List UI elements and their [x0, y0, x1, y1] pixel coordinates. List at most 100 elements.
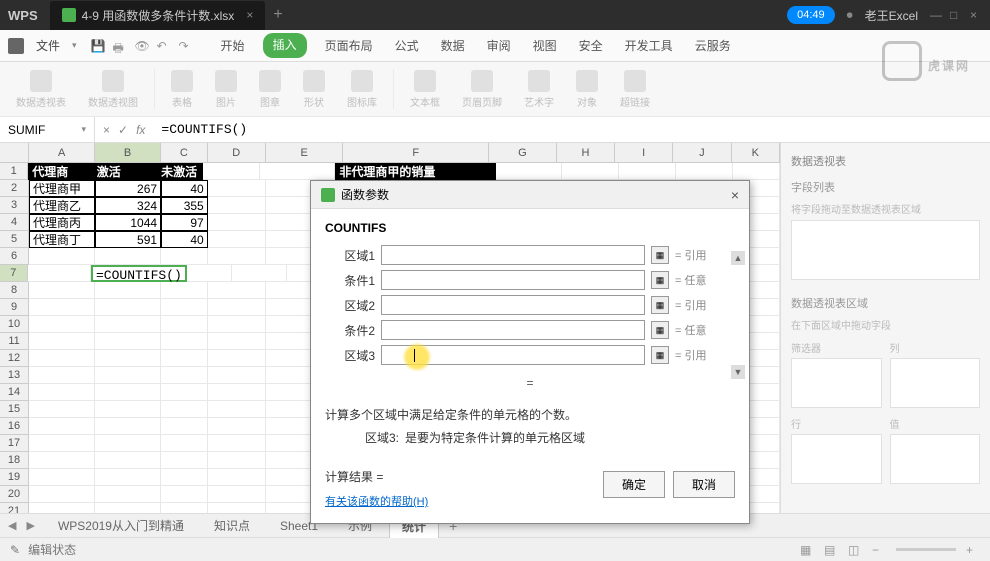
- cancel-formula-icon[interactable]: ×: [103, 123, 110, 137]
- cancel-button[interactable]: 取消: [673, 471, 735, 498]
- scroll-down-icon[interactable]: ▼: [731, 365, 745, 379]
- cell-C3[interactable]: 355: [161, 197, 208, 214]
- row-header-15[interactable]: 15: [0, 401, 29, 418]
- sheet-nav-next-icon[interactable]: ▶: [26, 519, 34, 532]
- cell-B17[interactable]: [95, 435, 161, 452]
- cell-A16[interactable]: [29, 418, 95, 435]
- tab-cloud[interactable]: 云服务: [691, 33, 735, 58]
- zoom-slider[interactable]: [896, 548, 956, 551]
- row-header-18[interactable]: 18: [0, 452, 29, 469]
- cell-C7[interactable]: [187, 265, 232, 282]
- param-ref-button-4[interactable]: ▦: [651, 346, 669, 364]
- cell-G1[interactable]: [496, 163, 562, 180]
- sheet-nav-prev-icon[interactable]: ◀: [8, 519, 16, 532]
- cell-D7[interactable]: [232, 265, 288, 282]
- cell-A18[interactable]: [29, 452, 95, 469]
- cell-B21[interactable]: [95, 503, 161, 513]
- formula-input[interactable]: =COUNTIFS(): [153, 122, 990, 137]
- param-input-1[interactable]: [381, 270, 645, 290]
- cell-B8[interactable]: [95, 282, 161, 299]
- cell-D6[interactable]: [208, 248, 266, 265]
- cell-B4[interactable]: 1044: [95, 214, 161, 231]
- cell-A4[interactable]: 代理商丙: [29, 214, 95, 231]
- ok-button[interactable]: 确定: [603, 471, 665, 498]
- cell-B1[interactable]: 激活: [93, 163, 157, 180]
- cell-D11[interactable]: [208, 333, 266, 350]
- col-header-k[interactable]: K: [732, 143, 780, 162]
- param-scrollbar[interactable]: ▲ ▼: [731, 251, 747, 381]
- cell-D3[interactable]: [208, 197, 266, 214]
- row-header-13[interactable]: 13: [0, 367, 29, 384]
- row-header-2[interactable]: 2: [0, 180, 29, 197]
- cell-K1[interactable]: [733, 163, 780, 180]
- cell-D2[interactable]: [208, 180, 266, 197]
- ribbon-iconlib[interactable]: 图标库: [341, 70, 383, 109]
- cell-C19[interactable]: [161, 469, 208, 486]
- cell-A20[interactable]: [29, 486, 95, 503]
- sheet-tab-0[interactable]: WPS2019从入门到精通: [45, 513, 197, 538]
- col-header-i[interactable]: I: [615, 143, 673, 162]
- cell-A11[interactable]: [29, 333, 95, 350]
- tab-view[interactable]: 视图: [529, 33, 561, 58]
- cell-J1[interactable]: [676, 163, 733, 180]
- view-normal-icon[interactable]: ▦: [800, 543, 814, 557]
- tab-formula[interactable]: 公式: [391, 33, 423, 58]
- cell-C1[interactable]: 未激活: [157, 163, 203, 180]
- zoom-out-icon[interactable]: −: [872, 543, 886, 557]
- param-ref-button-2[interactable]: ▦: [651, 296, 669, 314]
- cell-C13[interactable]: [161, 367, 208, 384]
- ribbon-object[interactable]: 对象: [570, 70, 604, 109]
- row-header-6[interactable]: 6: [0, 248, 29, 265]
- cell-A13[interactable]: [29, 367, 95, 384]
- param-input-4[interactable]: [381, 345, 645, 365]
- cell-B20[interactable]: [95, 486, 161, 503]
- qat-save-icon[interactable]: 💾: [91, 39, 105, 53]
- cell-D15[interactable]: [208, 401, 266, 418]
- cell-B3[interactable]: 324: [95, 197, 161, 214]
- cell-D9[interactable]: [208, 299, 266, 316]
- tab-home[interactable]: 开始: [217, 33, 249, 58]
- filters-box[interactable]: [791, 358, 882, 408]
- row-header-4[interactable]: 4: [0, 214, 29, 231]
- select-all-corner[interactable]: [0, 143, 29, 162]
- row-header-14[interactable]: 14: [0, 384, 29, 401]
- ribbon-pivottable[interactable]: 数据透视表: [10, 70, 72, 109]
- cell-C18[interactable]: [161, 452, 208, 469]
- cell-F1[interactable]: 非代理商甲的销量: [335, 163, 495, 180]
- cell-D18[interactable]: [208, 452, 266, 469]
- cell-D16[interactable]: [208, 418, 266, 435]
- tab-data[interactable]: 数据: [437, 33, 469, 58]
- cell-B15[interactable]: [95, 401, 161, 418]
- cell-A7[interactable]: [28, 265, 91, 282]
- cell-B9[interactable]: [95, 299, 161, 316]
- cell-C17[interactable]: [161, 435, 208, 452]
- row-header-21[interactable]: 21: [0, 503, 29, 513]
- maximize-button[interactable]: □: [950, 8, 962, 22]
- cell-E1[interactable]: [260, 163, 336, 180]
- fx-icon[interactable]: fx: [136, 123, 145, 137]
- cell-D10[interactable]: [208, 316, 266, 333]
- cell-C12[interactable]: [161, 350, 208, 367]
- row-header-5[interactable]: 5: [0, 231, 29, 248]
- cell-B19[interactable]: [95, 469, 161, 486]
- cell-B12[interactable]: [95, 350, 161, 367]
- row-header-20[interactable]: 20: [0, 486, 29, 503]
- cell-C20[interactable]: [161, 486, 208, 503]
- row-header-3[interactable]: 3: [0, 197, 29, 214]
- cell-C5[interactable]: 40: [161, 231, 208, 248]
- zoom-in-icon[interactable]: +: [966, 543, 980, 557]
- cell-D20[interactable]: [208, 486, 266, 503]
- ribbon-stamp[interactable]: 图章: [253, 70, 287, 109]
- qat-preview-icon[interactable]: 👁: [135, 39, 149, 53]
- scroll-up-icon[interactable]: ▲: [731, 251, 745, 265]
- cell-A14[interactable]: [29, 384, 95, 401]
- cell-B7[interactable]: =COUNTIFS(): [91, 265, 187, 282]
- param-input-2[interactable]: [381, 295, 645, 315]
- ribbon-wordart[interactable]: 艺术字: [518, 70, 560, 109]
- ribbon-header[interactable]: 页眉页脚: [456, 70, 508, 109]
- cell-B11[interactable]: [95, 333, 161, 350]
- row-header-7[interactable]: 7: [0, 265, 28, 282]
- rows-box[interactable]: [791, 434, 882, 484]
- ribbon-picture[interactable]: 图片: [209, 70, 243, 109]
- cell-D17[interactable]: [208, 435, 266, 452]
